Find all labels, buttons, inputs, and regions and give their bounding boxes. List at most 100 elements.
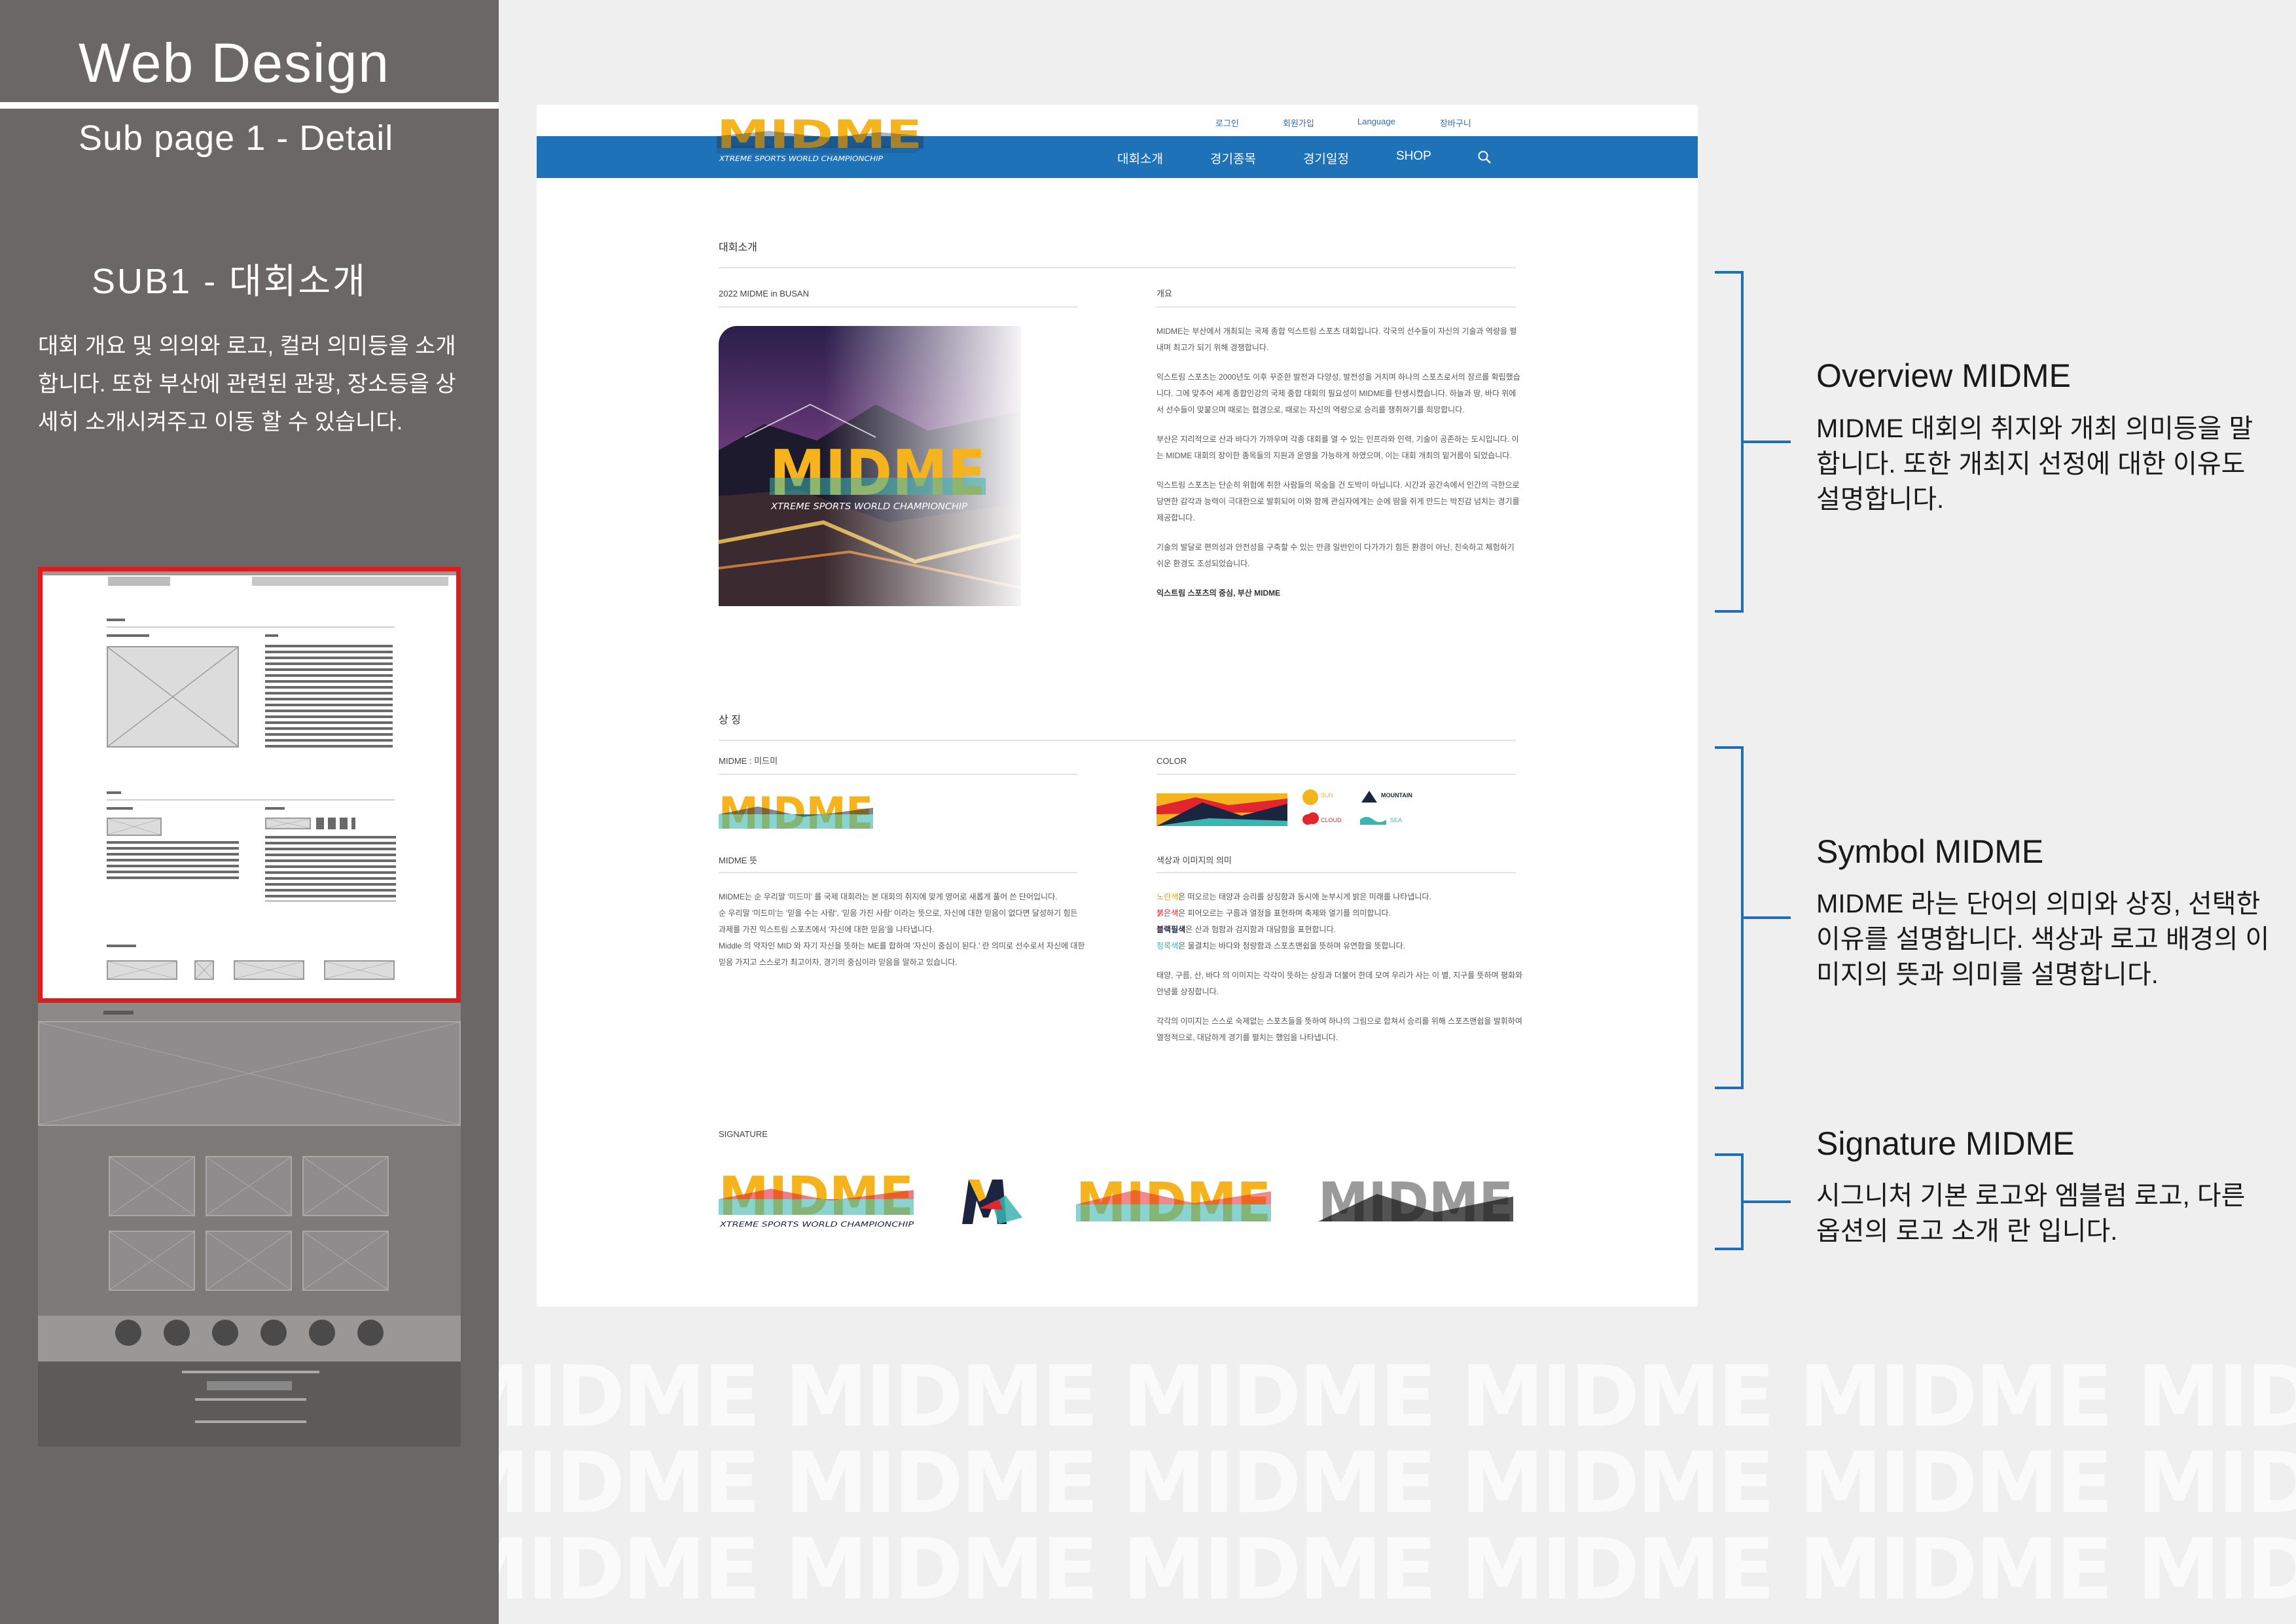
login-link[interactable]: 로그인	[1215, 117, 1239, 129]
meaning-line: MIDME는 순 우리말 '미드미' 를 국제 대회라는 본 대회의 취지에 맞…	[719, 892, 1058, 901]
wire-footer-links	[182, 1371, 319, 1373]
section-description: 대회 개요 및 의의와 로고, 컬러 의미등을 소개합니다. 또한 부산에 관련…	[38, 334, 456, 435]
wire-label	[107, 807, 133, 810]
panel-divider	[0, 102, 499, 109]
wireframe-current-page	[38, 567, 461, 1003]
search-icon[interactable]	[1477, 149, 1492, 165]
wire-rule	[107, 626, 395, 628]
wire-signature-placeholder	[194, 960, 214, 980]
wire-lower-banner	[38, 1021, 461, 1126]
wire-text-block	[265, 645, 393, 749]
signature-text: 시그니처 기본 로고와 엠블럼 로고, 다른 옵션의 로고 소개 란 입니다.	[1816, 1182, 2246, 1246]
wire-label	[107, 634, 149, 637]
signature-logo-alt: MIDME	[1076, 1170, 1272, 1235]
color-word-teal: 청록색	[1157, 941, 1179, 950]
wire-circles-row	[38, 1316, 461, 1362]
wire-footer-badges	[207, 1381, 292, 1390]
wire-label	[265, 634, 278, 637]
wire-nav	[252, 577, 448, 586]
color-line-text: 은 산과 험함과 검지함과 대담함을 표현합니다.	[1185, 925, 1336, 934]
wire-circle	[164, 1320, 190, 1346]
color-extra-paragraph: 태양, 구름, 산, 바다 의 이미지는 각각이 뜻하는 상징과 더불어 한데 …	[1157, 971, 1523, 996]
legend-cloud: CLOUD	[1321, 817, 1342, 823]
watermark-row: MIDME MIDME MIDME MIDME MIDME MIDME MIDM…	[499, 1435, 2296, 1532]
color-word-red: 붉은색	[1157, 909, 1179, 918]
nav-item-about[interactable]: 대회소개	[1117, 149, 1163, 167]
symbol-heading: 상 징	[719, 715, 741, 726]
wire-footer-copyright	[195, 1420, 306, 1423]
left-panel: Web Design Sub page 1 - Detail SUB1 - 대회…	[0, 0, 499, 1624]
wire-color-placeholder	[265, 818, 311, 829]
wire-label	[265, 807, 285, 810]
intro-right-rule	[1157, 306, 1516, 308]
color-meaning-rule	[1157, 872, 1516, 873]
signature-logo-primary: MIDME XTREME SPORTS WORLD CHAMPIONCHIP	[719, 1166, 915, 1229]
symbol-title: Symbol MIDME	[1816, 833, 2044, 870]
signature-title: Signature MIDME	[1816, 1125, 2075, 1162]
intro-paragraph: 익스트림 스포츠는 2000년도 이후 꾸준한 발전과 다양성, 발전성을 거치…	[1157, 372, 1520, 414]
intro-closing: 익스트림 스포츠의 중심, 부산 MIDME	[1157, 588, 1281, 598]
section-title: SUB1 - 대회소개	[92, 262, 367, 301]
main-nav: 대회소개 경기종목 경기일정 SHOP	[537, 136, 1698, 178]
meaning-rule	[719, 872, 1077, 873]
wire-rule	[107, 799, 395, 801]
overview-bracket	[1715, 271, 1744, 613]
wire-heading	[107, 945, 136, 947]
intro-left-rule	[719, 306, 1077, 308]
midme-logo-small: MIDME	[719, 788, 876, 840]
symbol-text: MIDME 라는 단어의 의미와 상징, 선택한 이유를 설명합니다. 색상과 …	[1816, 890, 2270, 989]
overview-bracket-tick	[1744, 441, 1791, 443]
signature-primary-tagline: XTREME SPORTS WORLD CHAMPIONCHIP	[719, 1220, 914, 1229]
intro-text: MIDME는 부산에서 개최되는 국제 종합 익스트림 스포츠 대회입니다. 각…	[1157, 323, 1523, 602]
meaning-title: MIDME 뜻	[719, 856, 757, 865]
wire-signature-placeholder	[324, 960, 395, 980]
language-link[interactable]: Language	[1357, 117, 1395, 126]
legend-sun: SUN	[1321, 792, 1334, 799]
color-line-text: 은 물결치는 바다와 청량함과 스포츠맨쉽을 뜻하며 유연함을 뜻합니다.	[1178, 941, 1405, 950]
page-mockup: 로그인 회원가입 Language 장바구니 대회소개 경기종목 경기일정 SH…	[537, 105, 1698, 1307]
wire-signature-placeholder	[107, 960, 177, 980]
intro-paragraph: 익스트림 스포츠는 단순히 위험에 취한 사람들의 목숨을 건 도박이 아닙니다…	[1157, 480, 1520, 522]
color-landscape	[1157, 793, 1287, 826]
color-word-yellow: 노란색	[1157, 892, 1179, 901]
nav-item-shop[interactable]: SHOP	[1396, 149, 1431, 164]
wire-card	[302, 1231, 389, 1291]
color-legend: SUN MOUNTAIN CLOUD SEA	[1301, 788, 1517, 830]
page: Web Design Sub page 1 - Detail SUB1 - 대회…	[0, 0, 2296, 1624]
overview-text: MIDME 대회의 취지와 개최 의미등을 말합니다. 또한 개최지 선정에 대…	[1816, 414, 2253, 514]
intro-paragraph: MIDME는 부산에서 개최되는 국제 종합 익스트림 스포츠 대회입니다. 각…	[1157, 327, 1517, 352]
wire-lower-label	[103, 1011, 134, 1015]
wire-card	[302, 1156, 389, 1216]
cart-link[interactable]: 장바구니	[1440, 117, 1471, 129]
wire-circle	[260, 1320, 287, 1346]
signature-bracket	[1715, 1153, 1744, 1250]
symbol-left-label: MIDME : 미드미	[719, 756, 778, 766]
symbol-left-rule	[719, 774, 1077, 775]
midme-logo[interactable]: MIDME XTREME SPORTS WORLD CHAMPIONCHIP	[717, 110, 926, 165]
panel-title: Web Design	[79, 32, 391, 94]
wire-logo-placeholder	[107, 818, 162, 836]
color-line-text: 은 떠오르는 태양과 승리를 상징함과 동시에 눈부시게 밝은 미래를 나타냅니…	[1178, 892, 1431, 901]
wire-header-bar	[43, 571, 456, 575]
wire-text-block	[107, 841, 239, 882]
legend-mountain: MOUNTAIN	[1381, 792, 1412, 799]
watermark-row: MIDME MIDME MIDME MIDME MIDME MIDME MIDM…	[499, 1521, 2296, 1619]
wire-logo	[108, 577, 170, 586]
intro-left-label: 2022 MIDME in BUSAN	[719, 289, 809, 298]
wire-footer	[38, 1362, 461, 1447]
intro-rule	[719, 267, 1516, 268]
meaning-line: Middle 의 약자인 MID 와 자기 자신을 뜻하는 ME를 합하여 '자…	[719, 941, 1085, 967]
signup-link[interactable]: 회원가입	[1283, 117, 1314, 129]
color-extra-paragraph: 각각의 이미지는 스스로 숙제없는 스포츠들을 뜻하여 하나의 그림으로 합쳐서…	[1157, 1017, 1522, 1042]
utility-links: 로그인 회원가입 Language 장바구니	[537, 117, 1698, 136]
nav-item-schedule[interactable]: 경기일정	[1303, 149, 1349, 167]
wire-card	[109, 1156, 195, 1216]
wire-signature-placeholder	[234, 960, 304, 980]
wire-circle	[309, 1320, 335, 1346]
nav-item-events[interactable]: 경기종목	[1210, 149, 1256, 167]
color-meaning-title: 색상과 이미지의 의미	[1157, 856, 1232, 865]
wire-heading	[107, 791, 121, 794]
wire-card	[206, 1156, 292, 1216]
color-line-text: 은 피어오르는 구름과 열정을 표현하며 축제와 열기를 의미합니다.	[1178, 909, 1391, 918]
symbol-bracket-tick	[1744, 916, 1791, 919]
